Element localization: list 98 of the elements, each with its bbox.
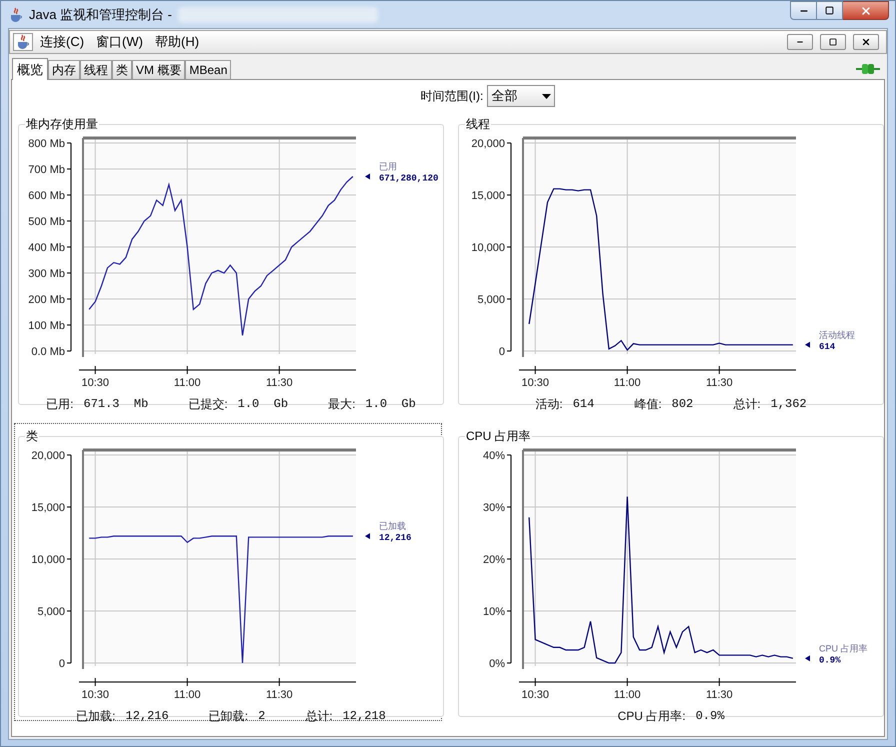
stat-value: 12,216 — [126, 708, 169, 725]
x-tick-label: 10:30 — [82, 689, 110, 701]
y-tick-label: 100 Mb — [28, 320, 65, 332]
tab[interactable]: MBean — [185, 60, 232, 79]
stat-label: 已用: — [46, 396, 74, 413]
y-tick-label: 40% — [482, 450, 505, 462]
restore-icon — [829, 38, 837, 46]
y-tick-label: 700 Mb — [28, 164, 65, 176]
y-tick-label: 0 — [58, 658, 65, 670]
x-tick-label: 11:30 — [266, 377, 293, 389]
close-button[interactable] — [843, 1, 889, 20]
legend-value: 0.9% — [819, 655, 841, 666]
stat-value: 614 — [572, 396, 594, 413]
close-icon — [861, 37, 871, 47]
stat-value: 0.9% — [696, 708, 724, 725]
minimize-button[interactable] — [787, 34, 813, 50]
y-tick-label: 20% — [482, 554, 505, 566]
coffee-cup-icon — [9, 6, 23, 22]
app-icon-button[interactable] — [13, 33, 33, 51]
y-tick-label: 0% — [489, 658, 505, 670]
stat-label: 总计: — [733, 396, 761, 413]
menu-item[interactable]: 帮助(H) — [150, 32, 204, 52]
restore-button[interactable] — [820, 34, 846, 50]
legend-value: 671,280,120 — [379, 174, 438, 184]
close-button[interactable] — [853, 34, 879, 50]
time-range-label: 时间范围(I): — [420, 88, 484, 105]
maximize-button[interactable] — [817, 1, 843, 20]
y-tick-label: 200 Mb — [28, 294, 65, 306]
y-tick-label: 300 Mb — [28, 268, 65, 280]
tab[interactable]: 内存 — [48, 60, 80, 79]
maximize-icon — [825, 6, 834, 15]
window-title: Java 监视和管理控制台 - — [29, 6, 172, 24]
pointer-icon — [365, 174, 370, 180]
menu-item[interactable]: 窗口(W) — [91, 32, 148, 52]
time-range-dropdown[interactable]: 全部 — [487, 85, 556, 107]
panel-title: 类 — [25, 428, 39, 445]
legend-label: 活动线程 — [819, 330, 855, 340]
stat-label: 峰值: — [634, 396, 662, 413]
caret-icon — [542, 94, 552, 98]
stat-label: 已提交: — [188, 396, 228, 413]
stat-value: 1.0 Gb — [238, 396, 288, 413]
stat-label: 总计: — [305, 708, 333, 725]
y-tick-label: 15,000 — [471, 190, 505, 202]
y-tick-label: 0 — [498, 346, 505, 358]
y-tick-label: 10% — [482, 606, 505, 618]
y-tick-label: 5,000 — [477, 294, 505, 306]
legend-label: CPU 占用率 — [819, 643, 868, 654]
tab[interactable]: 类 — [112, 60, 132, 79]
y-tick-label: 0.0 Mb — [31, 346, 65, 358]
plug-icon[interactable] — [856, 62, 880, 76]
x-tick-label: 10:30 — [522, 377, 550, 389]
pointer-icon — [365, 533, 370, 540]
close-icon — [860, 4, 872, 16]
stat-value: 802 — [672, 396, 694, 413]
tab[interactable]: 线程 — [80, 60, 112, 79]
stat-value: 2 — [258, 708, 266, 725]
y-tick-label: 600 Mb — [28, 190, 65, 202]
menu-item[interactable]: 连接(C) — [35, 32, 90, 52]
stat-label: 已卸载: — [208, 708, 248, 725]
y-tick-label: 500 Mb — [28, 216, 65, 228]
y-tick-label: 20,000 — [31, 450, 65, 462]
y-tick-label: 800 Mb — [28, 138, 65, 150]
y-tick-label: 400 Mb — [28, 242, 65, 254]
x-tick-label: 11:30 — [706, 377, 733, 389]
stat-value: 671.3 Mb — [84, 396, 148, 413]
y-tick-label: 15,000 — [31, 502, 65, 514]
stat-value: 1.0 Gb — [365, 396, 416, 413]
tab[interactable]: 概览 — [12, 58, 48, 80]
y-tick-label: 20,000 — [471, 138, 505, 150]
y-tick-label: 10,000 — [31, 554, 65, 566]
stat-value: 1,362 — [770, 396, 807, 413]
x-tick-label: 10:30 — [522, 689, 550, 701]
stat-value: 12,218 — [342, 708, 386, 725]
y-tick-label: 10,000 — [471, 242, 505, 254]
coffee-cup-icon — [16, 34, 30, 50]
y-tick-label: 30% — [482, 502, 505, 514]
panel-title: CPU 占用率 — [465, 428, 532, 445]
legend-label: 已用 — [379, 162, 397, 172]
x-tick-label: 11:00 — [614, 689, 641, 701]
panel-title: 线程 — [465, 116, 491, 133]
stat-label: 活动: — [535, 396, 563, 413]
stat-label: CPU 占用率: — [618, 708, 686, 725]
legend-value: 614 — [819, 342, 836, 352]
x-tick-label: 11:00 — [174, 689, 201, 701]
x-tick-label: 11:00 — [174, 377, 201, 389]
panel-title: 堆内存使用量 — [25, 116, 99, 133]
y-tick-label: 5,000 — [37, 606, 65, 618]
stat-label: 最大: — [328, 396, 356, 413]
legend-value: 12,216 — [379, 533, 412, 544]
pointer-icon — [805, 342, 810, 348]
tab[interactable]: VM 概要 — [132, 60, 186, 79]
x-tick-label: 11:30 — [266, 689, 293, 701]
x-tick-label: 11:30 — [706, 689, 733, 701]
stat-label: 已加载: — [76, 708, 116, 725]
legend-label: 已加载 — [379, 521, 406, 532]
x-tick-label: 10:30 — [82, 377, 110, 389]
x-tick-label: 11:00 — [614, 377, 641, 389]
pointer-icon — [805, 655, 810, 662]
